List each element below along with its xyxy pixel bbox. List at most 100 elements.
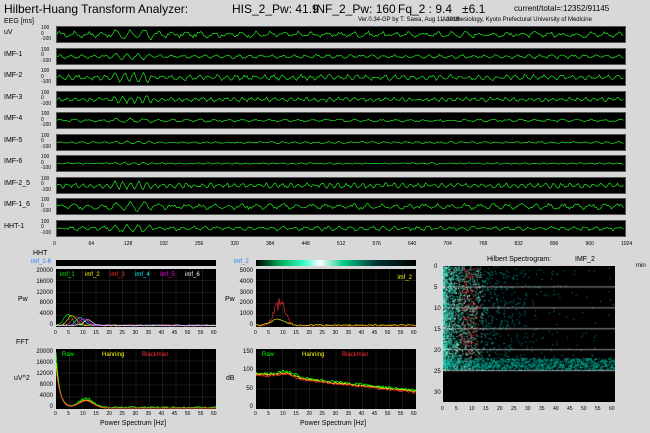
trace-label: uV — [4, 29, 13, 36]
spectrogram-x-tick: 25 — [511, 406, 517, 412]
trace-plot[interactable] — [56, 90, 626, 108]
fft-left-ylabel: uV^2 — [14, 375, 30, 382]
time-tick: 512 — [337, 241, 346, 247]
freq-tick: 50 — [184, 330, 191, 336]
freq-tick: 40 — [358, 330, 365, 336]
trace-label: IMF-2_5 — [4, 179, 31, 187]
spectrogram-y-tick: 5 — [434, 284, 438, 291]
freq-tick: 0 — [254, 330, 257, 336]
freq-tick: 45 — [371, 411, 378, 417]
freq-tick: 45 — [371, 330, 378, 336]
freq-tick: 35 — [145, 411, 152, 417]
freq-tick: 5 — [267, 411, 270, 417]
trace-waveform — [57, 200, 624, 212]
freq-tick: 15 — [93, 411, 99, 417]
y-tick: 3000 — [239, 289, 253, 296]
fft-legend-item: Blackman — [342, 352, 369, 358]
trace-plot[interactable] — [56, 69, 626, 86]
y-tick: 8000 — [39, 382, 53, 388]
freq-tick: 60 — [211, 411, 217, 417]
time-tick: 64 — [88, 241, 95, 247]
time-tick: 576 — [372, 241, 381, 247]
freq-tick: 10 — [280, 411, 286, 417]
fft-section-label: FFT — [16, 339, 29, 346]
imf-selector-left-label: imf_1-6 — [31, 259, 52, 265]
y-tick: 20000 — [36, 268, 53, 274]
y-tick: 16000 — [36, 278, 53, 285]
freq-tick: 15 — [93, 330, 99, 336]
y-tick: 2000 — [239, 300, 253, 307]
freq-tick: 60 — [211, 330, 217, 336]
trace-scale-tick: -100 — [41, 165, 52, 171]
time-tick: 128 — [124, 241, 133, 247]
trace-plot[interactable] — [56, 26, 626, 43]
y-tick: 4000 — [39, 311, 53, 318]
freq-tick: 20 — [106, 330, 112, 336]
freq-tick: 0 — [54, 330, 57, 336]
trace-plot[interactable] — [56, 112, 626, 129]
y-tick: 0 — [249, 322, 253, 328]
spectrogram-x-tick: 30 — [525, 406, 531, 412]
y-tick: 0 — [49, 322, 53, 328]
freq-tick: 25 — [119, 330, 125, 336]
app-title: Hilbert-Huang Transform Analyzer: — [4, 2, 189, 16]
trace-plot[interactable] — [56, 47, 626, 65]
y-tick: 20000 — [36, 349, 53, 355]
fft-legend-item: Hanning — [102, 352, 125, 358]
freq-tick: 5 — [67, 411, 70, 417]
freq-tick: 50 — [384, 330, 391, 336]
freq-tick: 25 — [319, 330, 325, 336]
trace-scale-tick: -100 — [41, 143, 52, 150]
trace-scale-tick: -100 — [41, 186, 52, 193]
hht-legend-item: imf_5 — [160, 272, 175, 278]
spectrogram-y-tick: 30 — [434, 389, 441, 396]
freq-tick: 35 — [145, 330, 152, 336]
trace-waveform — [57, 71, 624, 84]
imf-selector-right[interactable]: imf_2 — [234, 259, 416, 266]
trace-plot[interactable] — [56, 176, 626, 194]
trace-unit-label: EEG [ms] — [4, 18, 34, 25]
trace-plot[interactable] — [56, 219, 626, 237]
spectrogram-x-tick: 40 — [553, 406, 559, 412]
time-tick: 768 — [479, 241, 488, 247]
trace-scale-tick: -100 — [41, 79, 52, 85]
freq-tick: 45 — [171, 411, 178, 417]
spectrogram-panel[interactable] — [443, 266, 615, 402]
trace-scale-tick: -100 — [41, 57, 52, 64]
y-tick: 12000 — [36, 289, 53, 296]
spectrogram-x-tick: 5 — [455, 406, 458, 412]
trace-label: IMF-3 — [4, 93, 23, 101]
freq-tick: 55 — [197, 330, 204, 336]
frequency-sd-readout: ±6.1 — [462, 2, 486, 16]
hht-legend-item: imf_4 — [135, 272, 150, 278]
freq-tick: 10 — [80, 330, 86, 336]
spectrogram-x-tick: 60 — [609, 406, 615, 412]
freq-tick: 5 — [267, 330, 270, 336]
inf-power-readout: INF_2_Pw: 160 — [313, 2, 396, 16]
time-tick: 192 — [159, 241, 168, 247]
freq-tick: 15 — [293, 330, 299, 336]
imf-selector-left[interactable]: imf_1-6 — [31, 259, 216, 266]
trace-scale-tick: -100 — [41, 208, 52, 214]
fft-right-xlabel: Power Spectrum [Hz] — [300, 420, 367, 427]
trace-label: IMF-6 — [4, 158, 23, 165]
dept-text: Anesthesiology, Kyoto Prefectural Univer… — [442, 17, 592, 23]
time-tick: 832 — [514, 241, 523, 247]
trace-scale-tick: -100 — [41, 122, 52, 128]
trace-plot[interactable] — [56, 155, 626, 172]
current-total-readout: current/total=:12352/91145 — [514, 4, 610, 13]
freq-tick: 35 — [345, 330, 352, 336]
trace-plot[interactable] — [56, 133, 626, 151]
freq-tick: 25 — [119, 411, 125, 417]
time-tick: 640 — [408, 241, 417, 247]
spectrogram-x-tick: 10 — [469, 406, 475, 412]
trace-scale-tick: -100 — [41, 100, 52, 107]
fft-right-ylabel: dB — [226, 375, 235, 382]
spectrogram-x-tick: 20 — [497, 406, 503, 412]
trace-waveform — [57, 161, 624, 166]
trace-label: HHT-1 — [4, 222, 25, 230]
freq-tick: 10 — [80, 411, 86, 417]
trace-plot[interactable] — [56, 198, 626, 215]
trace-waveform — [57, 52, 624, 60]
freq-tick: 40 — [358, 411, 365, 417]
